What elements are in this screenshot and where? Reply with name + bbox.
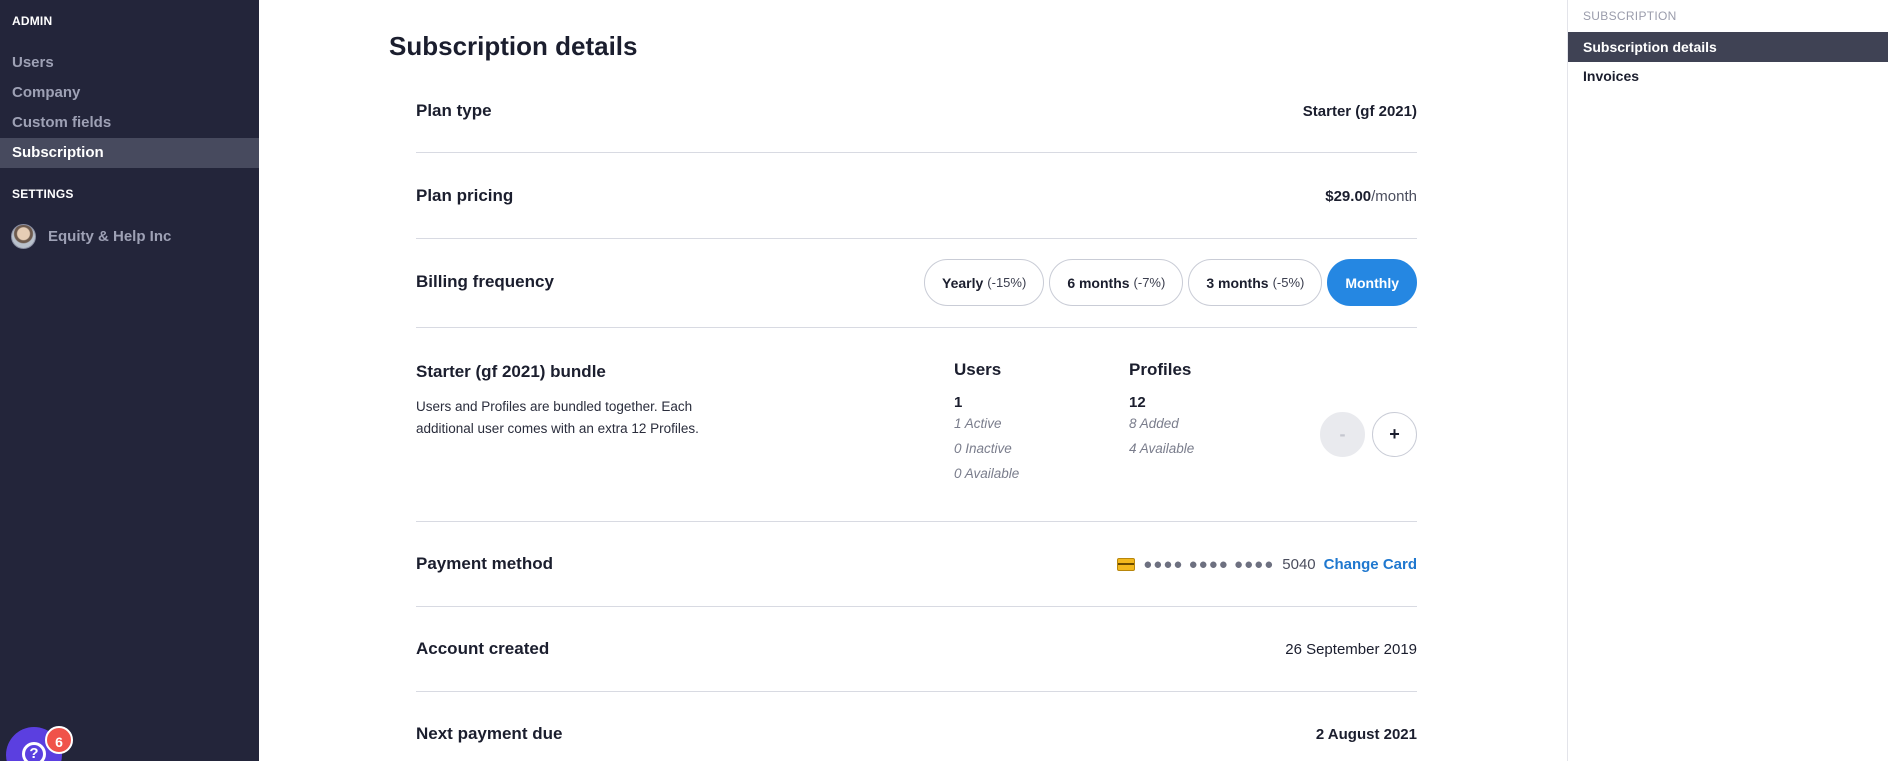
plan-pricing-row: Plan pricing $29.00/month	[416, 153, 1417, 239]
billing-option-3-months[interactable]: 3 months (-5%)	[1188, 259, 1323, 306]
users-available: 0 Available	[954, 466, 1020, 481]
notification-badge: 6	[45, 726, 73, 754]
bundle-description: Users and Profiles are bundled together.…	[416, 399, 699, 436]
decrease-users-button[interactable]: -	[1320, 412, 1365, 457]
users-active: 1 Active	[954, 416, 1002, 431]
profiles-heading: Profiles	[1129, 360, 1192, 379]
users-column: Users 1 1 Active 0 Inactive 0 Available	[954, 360, 1019, 486]
plan-type-label: Plan type	[416, 101, 492, 120]
credit-card-icon	[1117, 558, 1136, 571]
profiles-added: 8 Added	[1129, 416, 1179, 431]
admin-sidebar: ADMIN Users Company Custom fields Subscr…	[0, 0, 259, 761]
plan-pricing-value: $29.00/month	[1325, 188, 1417, 205]
users-inactive: 0 Inactive	[954, 441, 1012, 456]
card-last-four: 5040	[1282, 556, 1316, 573]
profiles-count: 12	[1129, 394, 1146, 411]
billing-frequency-label: Billing frequency	[416, 272, 554, 291]
account-created-label: Account created	[416, 639, 550, 658]
section-nav-invoices[interactable]: Invoices	[1568, 61, 1888, 91]
sidebar-item-subscription[interactable]: Subscription	[0, 138, 259, 168]
plan-type-value: Starter (gf 2021)	[1302, 103, 1417, 120]
billing-frequency-row: Billing frequency Yearly (-15%) 6 months…	[416, 239, 1417, 328]
profiles-column: Profiles 12 8 Added 4 Available	[1129, 360, 1194, 461]
users-count: 1	[954, 394, 963, 411]
next-payment-row: Next payment due 2 August 2021	[416, 692, 1417, 761]
account-created-row: Account created 26 September 2019	[416, 607, 1417, 692]
question-icon: ?	[22, 742, 46, 761]
sidebar-section-admin: ADMIN	[12, 14, 53, 28]
sidebar-item-custom-fields[interactable]: Custom fields	[0, 108, 259, 138]
account-created-value: 26 September 2019	[1285, 641, 1417, 658]
sidebar-section-settings: SETTINGS	[12, 187, 74, 201]
section-nav-heading: SUBSCRIPTION	[1583, 9, 1677, 23]
next-payment-label: Next payment due	[416, 724, 563, 743]
billing-option-monthly[interactable]: Monthly	[1327, 259, 1417, 306]
users-heading: Users	[954, 360, 1002, 379]
next-payment-value: 2 August 2021	[1315, 726, 1417, 743]
plan-type-row: Plan type Starter (gf 2021)	[416, 86, 1417, 153]
billing-option-6-months[interactable]: 6 months (-7%)	[1049, 259, 1184, 306]
price-amount: $29.00	[1325, 188, 1372, 205]
app-root: ADMIN Users Company Custom fields Subscr…	[0, 0, 1896, 761]
profiles-available: 4 Available	[1129, 441, 1195, 456]
sidebar-item-company[interactable]: Company	[0, 78, 259, 108]
card-number-mask: ●●●● ●●●● ●●●●	[1143, 556, 1275, 573]
billing-option-yearly[interactable]: Yearly (-15%)	[924, 259, 1045, 306]
sidebar-item-organization[interactable]: Equity & Help Inc	[11, 223, 171, 249]
price-period: /month	[1371, 188, 1417, 205]
section-nav: SUBSCRIPTION Subscription details Invoic…	[1567, 0, 1896, 761]
plan-pricing-label: Plan pricing	[416, 186, 514, 205]
payment-method-row: Payment method ●●●● ●●●● ●●●● 5040 Chang…	[416, 522, 1417, 607]
change-card-link[interactable]: Change Card	[1324, 556, 1417, 573]
main-content: Subscription details Plan type Starter (…	[259, 0, 1567, 761]
sidebar-item-users[interactable]: Users	[0, 48, 259, 78]
avatar	[11, 223, 36, 249]
payment-card-info: ●●●● ●●●● ●●●● 5040 Change Card	[1117, 556, 1417, 573]
billing-frequency-options: Yearly (-15%) 6 months (-7%) 3 months (-…	[924, 259, 1417, 306]
payment-method-label: Payment method	[416, 554, 553, 573]
bundle-row: Starter (gf 2021) bundle Users and Profi…	[416, 328, 1417, 522]
increase-users-button[interactable]: +	[1372, 412, 1417, 457]
organization-name: Equity & Help Inc	[48, 227, 172, 245]
page-title: Subscription details	[389, 31, 638, 61]
bundle-title: Starter (gf 2021) bundle	[416, 362, 606, 381]
section-nav-subscription-details[interactable]: Subscription details	[1568, 32, 1888, 62]
